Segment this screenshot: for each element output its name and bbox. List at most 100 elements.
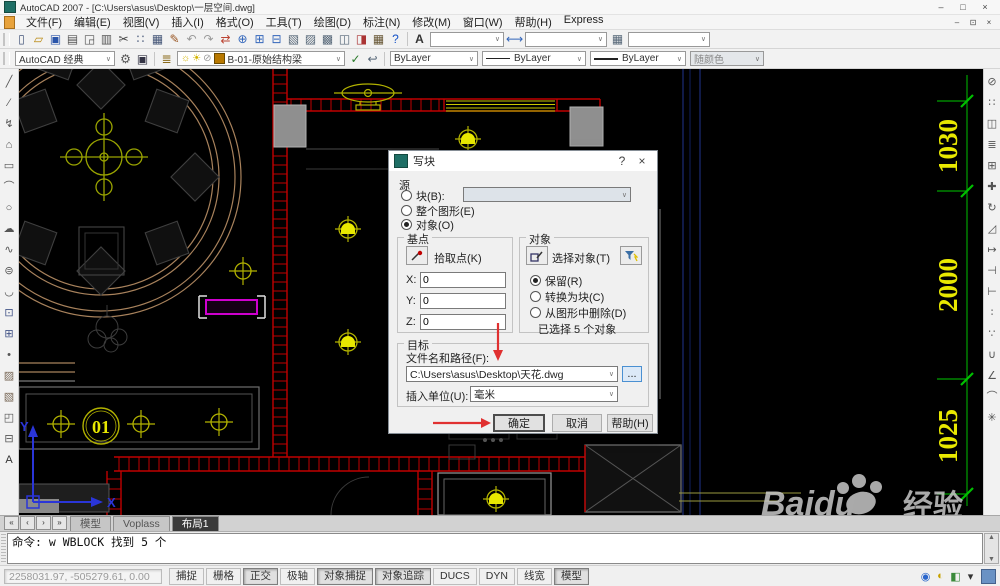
zoom-window-icon[interactable]: ⊞ xyxy=(251,31,268,47)
doc-restore-button[interactable]: ⊡ xyxy=(965,18,981,27)
mirror-icon[interactable]: ◫ xyxy=(984,114,1000,135)
break-icon[interactable]: ∵ xyxy=(984,324,1000,345)
line-icon[interactable]: ╱ xyxy=(1,72,17,93)
point-icon[interactable]: • xyxy=(1,345,17,366)
close-button[interactable]: × xyxy=(974,2,996,12)
insert-block-icon[interactable]: ⊡ xyxy=(1,303,17,324)
convert-to-block-radio[interactable]: 转换为块(C) xyxy=(530,290,604,303)
table-style-combo[interactable]: ∨ xyxy=(628,32,710,47)
grid-toggle[interactable]: 栅格 xyxy=(206,568,241,585)
menu-help[interactable]: 帮助(H) xyxy=(509,14,558,30)
redo-icon[interactable]: ↷ xyxy=(200,31,217,47)
markup-icon[interactable]: ◨ xyxy=(353,31,370,47)
menu-modify[interactable]: 修改(M) xyxy=(406,14,457,30)
tool-palettes-icon[interactable]: ▩ xyxy=(319,31,336,47)
dialog-help-button[interactable]: ? xyxy=(612,154,632,168)
menu-insert[interactable]: 插入(I) xyxy=(165,14,209,30)
trim-icon[interactable]: ⊣ xyxy=(984,261,1000,282)
menu-window[interactable]: 窗口(W) xyxy=(457,14,509,30)
retain-radio[interactable]: 保留(R) xyxy=(530,274,582,287)
offset-icon[interactable]: ≣ xyxy=(984,135,1000,156)
menu-format[interactable]: 格式(O) xyxy=(210,14,260,30)
copy-icon[interactable]: ∷ xyxy=(132,31,149,47)
select-objects-button[interactable] xyxy=(526,246,548,265)
otrack-toggle[interactable]: 对象追踪 xyxy=(375,568,431,585)
move-icon[interactable]: ✚ xyxy=(984,177,1000,198)
chamfer-icon[interactable]: ∠ xyxy=(984,366,1000,387)
ortho-toggle[interactable]: 正交 xyxy=(243,568,278,585)
menu-express[interactable]: Express xyxy=(558,14,610,30)
tab-model[interactable]: 模型 xyxy=(70,516,111,531)
insert-units-combo[interactable]: 毫米 ∨ xyxy=(470,386,618,402)
save-icon[interactable]: ▣ xyxy=(47,31,64,47)
extend-icon[interactable]: ⊢ xyxy=(984,282,1000,303)
x-coordinate-input[interactable] xyxy=(420,272,506,288)
command-window-grip[interactable] xyxy=(1,534,6,563)
lwt-toggle[interactable]: 线宽 xyxy=(517,568,552,585)
help-button[interactable]: 帮助(H) xyxy=(607,414,653,432)
zoom-previous-icon[interactable]: ⊟ xyxy=(268,31,285,47)
ellipse-icon[interactable]: ⊜ xyxy=(1,261,17,282)
erase-icon[interactable]: ⊘ xyxy=(984,72,1000,93)
y-coordinate-input[interactable] xyxy=(420,293,506,309)
dialog-title-bar[interactable]: 写块 ? × xyxy=(389,151,657,171)
scale-icon[interactable]: ◿ xyxy=(984,219,1000,240)
make-block-icon[interactable]: ⊞ xyxy=(1,324,17,345)
freeze-icon[interactable]: ☀ xyxy=(192,53,201,64)
mtext-icon[interactable]: A xyxy=(1,450,17,471)
command-input-line[interactable] xyxy=(12,550,978,562)
maximize-button[interactable]: □ xyxy=(952,2,974,12)
color-control-combo[interactable]: ByLayer ∨ xyxy=(390,51,478,66)
quickcalc-icon[interactable]: ▦ xyxy=(370,31,387,47)
make-object-layer-current-icon[interactable]: ✓ xyxy=(347,51,364,67)
next-tab-button[interactable]: › xyxy=(36,516,51,530)
array-icon[interactable]: ⊞ xyxy=(984,156,1000,177)
annotation-visibility-icon[interactable]: ◉ xyxy=(918,570,933,583)
first-tab-button[interactable]: « xyxy=(4,516,19,530)
menu-draw[interactable]: 绘图(D) xyxy=(308,14,357,30)
scroll-up-icon[interactable]: ▲ xyxy=(988,534,995,541)
doc-close-button[interactable]: × xyxy=(981,18,997,27)
arc-icon[interactable]: ⌒ xyxy=(1,177,17,198)
circle-icon[interactable]: ○ xyxy=(1,198,17,219)
scroll-down-icon[interactable]: ▼ xyxy=(988,556,995,563)
tray-menu-arrow[interactable]: ▾ xyxy=(963,570,978,583)
doc-minimize-button[interactable]: – xyxy=(949,18,965,27)
osnap-toggle[interactable]: 对象捕捉 xyxy=(317,568,373,585)
plotstyle-control-combo[interactable]: 随颜色 ∨ xyxy=(690,51,764,66)
ellipse-arc-icon[interactable]: ◡ xyxy=(1,282,17,303)
filename-combo[interactable]: C:\Users\asus\Desktop\天花.dwg ∨ xyxy=(406,366,618,382)
rectangle-icon[interactable]: ▭ xyxy=(1,156,17,177)
tab-voplass[interactable]: Voplass xyxy=(113,516,170,531)
menu-file[interactable]: 文件(F) xyxy=(20,14,68,30)
workspace-save-icon[interactable]: ▣ xyxy=(134,51,151,67)
snap-toggle[interactable]: 捕捉 xyxy=(169,568,204,585)
status-tray-icon[interactable]: ◧ xyxy=(948,570,963,583)
join-icon[interactable]: ∪ xyxy=(984,345,1000,366)
clean-screen-button[interactable] xyxy=(981,569,996,584)
paste-icon[interactable]: ▦ xyxy=(149,31,166,47)
dim-style-combo[interactable]: ∨ xyxy=(525,32,607,47)
layer-combo[interactable]: ☼☀⊘ B-01-原始结构梁 ∨ xyxy=(177,51,345,66)
coordinate-readout[interactable]: 2258031.97, -505279.61, 0.00 xyxy=(4,569,162,584)
match-properties-icon[interactable]: ✎ xyxy=(166,31,183,47)
ducs-toggle[interactable]: DUCS xyxy=(433,568,477,585)
new-icon[interactable]: ▯ xyxy=(13,31,30,47)
revcloud-icon[interactable]: ☁ xyxy=(1,219,17,240)
explode-icon[interactable]: ✳ xyxy=(984,408,1000,429)
toolbar-grip[interactable] xyxy=(3,33,10,46)
stretch-icon[interactable]: ↦ xyxy=(984,240,1000,261)
polygon-icon[interactable]: ⌂ xyxy=(1,135,17,156)
layer-properties-icon[interactable]: ≣ xyxy=(158,51,175,67)
cancel-button[interactable]: 取消 xyxy=(552,414,602,432)
fillet-icon[interactable]: ⌒ xyxy=(984,387,1000,408)
toolbar-grip[interactable] xyxy=(3,52,10,65)
pan-icon[interactable]: ⇄ xyxy=(217,31,234,47)
minimize-button[interactable]: – xyxy=(930,2,952,12)
workspace-settings-icon[interactable]: ⚙ xyxy=(117,51,134,67)
sheetset-manager-icon[interactable]: ◫ xyxy=(336,31,353,47)
workspace-combo[interactable]: AutoCAD 经典 ∨ xyxy=(15,51,115,66)
spline-icon[interactable]: ∿ xyxy=(1,240,17,261)
undo-icon[interactable]: ↶ xyxy=(183,31,200,47)
table-icon[interactable]: ⊟ xyxy=(1,429,17,450)
